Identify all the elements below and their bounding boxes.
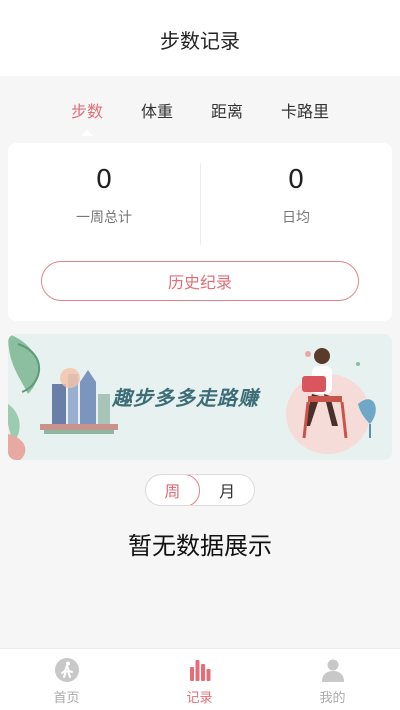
bottom-nav: 首页 记录 我的 — [0, 648, 400, 710]
person-icon — [321, 659, 344, 682]
promo-banner[interactable]: 趣步多多走路赚 — [8, 334, 392, 460]
nav-home-label: 首页 — [53, 691, 80, 706]
nav-profile-label: 我的 — [319, 691, 346, 706]
daily-average-value: 0 — [287, 165, 305, 195]
period-month-button[interactable]: 月 — [200, 475, 254, 505]
daily-average: 0 日均 — [200, 165, 392, 227]
period-toggle: 周 月 — [145, 474, 255, 506]
tab-indicator — [81, 130, 93, 136]
empty-state-message: 暂无数据展示 — [128, 532, 272, 560]
tab-distance[interactable]: 距离 — [211, 98, 243, 122]
weekly-total-value: 0 — [95, 165, 113, 195]
stats-card: 0 一周总计 0 日均 历史纪录 — [8, 143, 392, 321]
walker-icon — [54, 658, 79, 682]
metric-tabs: 步数 体重 距离 卡路里 — [0, 90, 400, 136]
nav-profile[interactable]: 我的 — [266, 657, 399, 706]
tab-weight[interactable]: 体重 — [141, 98, 173, 122]
history-button[interactable]: 历史纪录 — [41, 261, 359, 301]
nav-home[interactable]: 首页 — [0, 657, 133, 706]
tab-calories[interactable]: 卡路里 — [281, 98, 329, 122]
bar-chart-icon — [189, 660, 210, 681]
nav-records-label: 记录 — [186, 691, 213, 706]
weekly-total-label: 一周总计 — [76, 210, 132, 226]
nav-records[interactable]: 记录 — [133, 657, 266, 706]
daily-average-label: 日均 — [282, 210, 310, 226]
tab-steps[interactable]: 步数 — [71, 98, 103, 122]
page-title: 步数记录 — [160, 28, 240, 53]
app-header: 步数记录 — [0, 0, 400, 76]
weekly-total: 0 一周总计 — [8, 165, 200, 227]
period-week-button[interactable]: 周 — [146, 475, 201, 505]
banner-text: 趣步多多走路赚 — [112, 386, 259, 410]
